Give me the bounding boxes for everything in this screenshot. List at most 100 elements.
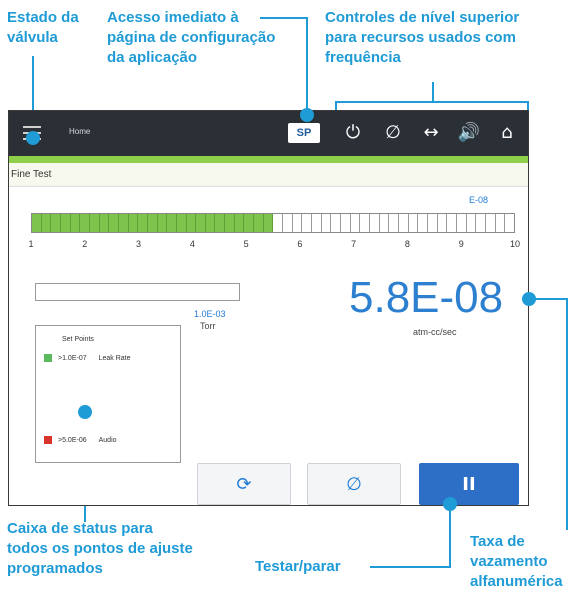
callout-status-box: Caixa de status para todos os pontos de …: [7, 520, 193, 577]
scale-label: 10: [509, 239, 520, 249]
zero-icon[interactable]: ∅: [381, 121, 405, 145]
scale-label: 2: [82, 239, 88, 249]
callout-leak-rate: Taxa de vazamento alfanumérica: [470, 533, 563, 590]
bargraph-segment: [457, 214, 467, 232]
bargraph-segment: [157, 214, 168, 232]
pressure-bar: [35, 283, 240, 301]
speaker-icon[interactable]: 🔊: [457, 121, 481, 145]
bargraph-segment: [89, 214, 100, 232]
bargraph-segment: [331, 214, 341, 232]
bargraph-segment: [60, 214, 71, 232]
bargraph-segment: [215, 214, 226, 232]
device-screen: Home SP ⏻ ∅ ↔ 🔊 ⌂ Fine Test E-08 1 2 3 4 5 6 7…: [8, 110, 529, 506]
dot-status-box: [78, 405, 92, 419]
bargraph-segment: [263, 214, 274, 232]
scale-label: 6: [297, 239, 303, 249]
scale-label: 7: [351, 239, 357, 249]
leader-top-controls-box: [335, 101, 529, 103]
bargraph-segment: [176, 214, 187, 232]
leak-rate-bargraph: [31, 213, 515, 233]
bargraph-segment: [128, 214, 139, 232]
bargraph-segment: [351, 214, 361, 232]
bargraph-segment: [505, 214, 514, 232]
leak-rate-value: 5.8E-08: [349, 273, 504, 322]
bargraph-segment: [273, 214, 284, 232]
bargraph-segment: [370, 214, 380, 232]
top-bar: Home SP ⏻ ∅ ↔ 🔊 ⌂: [9, 111, 528, 156]
leader-config-h: [260, 17, 308, 19]
bargraph-segment: [409, 214, 419, 232]
zero-button[interactable]: ∅: [307, 463, 401, 505]
bargraph-segment: [428, 214, 438, 232]
bargraph-segment: [254, 214, 264, 232]
bargraph-segment: [360, 214, 370, 232]
bargraph-segment: [32, 214, 42, 232]
bargraph-segment: [293, 214, 303, 232]
pressure-unit: Torr: [200, 321, 216, 331]
horizontal-arrow-icon[interactable]: ↔: [419, 121, 443, 145]
bargraph-segment: [225, 214, 235, 232]
main-content: E-08 1 2 3 4 5 6 7 8 9 10 1.0E-03 Torr 5.8E-08 at…: [9, 187, 528, 505]
bargraph-segment: [341, 214, 351, 232]
leader-test-stop-v: [449, 505, 451, 567]
scale-label: 5: [243, 239, 249, 249]
bargraph-segment: [196, 214, 206, 232]
bargraph-segment: [496, 214, 506, 232]
home-label[interactable]: Home: [69, 127, 90, 136]
mode-label: Fine Test: [11, 169, 52, 180]
scale-label: 9: [458, 239, 464, 249]
bargraph-segment: [99, 214, 110, 232]
setpoint-indicator: [44, 354, 52, 362]
setpoint-row: >5.0E-06 Audio: [44, 436, 117, 444]
bargraph-segment: [322, 214, 332, 232]
bargraph-segment: [186, 214, 197, 232]
setpoint-status-box: Set Points >1.0E-07 Leak Rate >5.0E-06 Aud…: [35, 325, 181, 463]
bargraph-segment: [389, 214, 399, 232]
bargraph-segment: [399, 214, 409, 232]
bargraph-segment: [380, 214, 390, 232]
bargraph-segment: [138, 214, 148, 232]
leader-top-controls-v: [432, 82, 434, 102]
bargraph-segment: [70, 214, 81, 232]
bargraph-segment: [467, 214, 477, 232]
status-line: [9, 156, 528, 163]
setpoint-row: >1.0E-07 Leak Rate: [44, 354, 131, 362]
dot-test-stop: [443, 497, 457, 511]
pressure-value: 1.0E-03: [194, 309, 226, 319]
callout-valve-state: Estado da válvula: [7, 9, 79, 46]
leader-leak-rate-v: [566, 298, 568, 530]
sp-button[interactable]: SP: [288, 123, 320, 143]
refresh-button[interactable]: ⟳: [197, 463, 291, 505]
bargraph-segment: [438, 214, 448, 232]
setpoint-title: Set Points: [62, 336, 94, 343]
leak-rate-unit: atm-cc/sec: [413, 327, 457, 337]
bargraph-segment: [41, 214, 52, 232]
bargraph-segment: [118, 214, 129, 232]
bargraph-segment: [234, 214, 245, 232]
bargraph-segment: [302, 214, 313, 232]
leader-config-v: [306, 17, 308, 115]
scale-label: 8: [404, 239, 410, 249]
bargraph-segment: [205, 214, 216, 232]
bargraph-segment: [476, 214, 486, 232]
bargraph-segment: [447, 214, 457, 232]
bargraph-segment: [312, 214, 322, 232]
bargraph-segment: [283, 214, 293, 232]
home-icon[interactable]: ⌂: [495, 121, 519, 145]
power-icon[interactable]: ⏻: [341, 121, 365, 145]
dot-valve-state: [26, 131, 40, 145]
callout-config-access: Acesso imediato à página de configuração…: [107, 9, 276, 66]
bargraph-segment: [80, 214, 90, 232]
callout-top-controls: Controles de nível superior para recurso…: [325, 9, 520, 66]
dot-config-access: [300, 108, 314, 122]
exponent-label: E-08: [468, 195, 488, 205]
setpoint-indicator: [44, 436, 52, 444]
callout-test-stop: Testar/parar: [255, 558, 341, 575]
mode-bar: Fine Test: [9, 163, 528, 187]
pause-button[interactable]: II: [419, 463, 519, 505]
bargraph-segment: [418, 214, 428, 232]
bargraph-segment: [109, 214, 119, 232]
bargraph-segment: [486, 214, 496, 232]
scale-label: 1: [28, 239, 34, 249]
dot-leak-rate: [522, 292, 536, 306]
